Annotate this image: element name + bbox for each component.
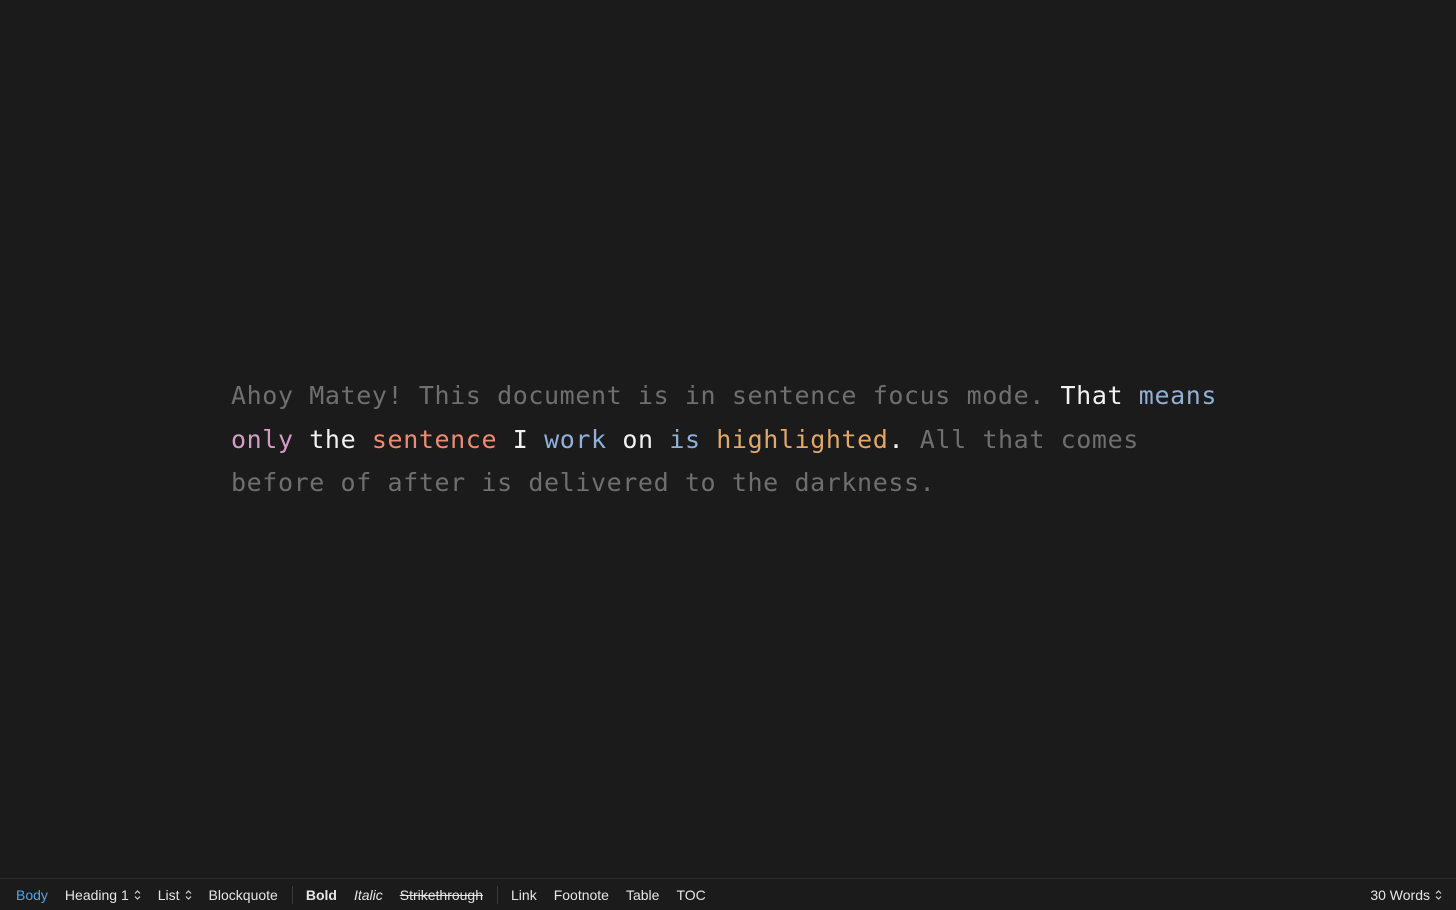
table-button[interactable]: Table (626, 887, 659, 903)
focus-space (294, 425, 310, 454)
toolbar-divider (291, 885, 293, 904)
body-style-button[interactable]: Body (16, 887, 48, 903)
up-down-chevron-icon (185, 889, 192, 901)
toolbar-divider (497, 885, 499, 904)
list-style-dropdown[interactable]: List (158, 887, 192, 903)
toolbar-right-group: 30 Words (1370, 879, 1442, 910)
toc-button[interactable]: TOC (676, 887, 705, 903)
focus-space (497, 425, 513, 454)
blockquote-button[interactable]: Blockquote (209, 887, 278, 903)
word-count-label: 30 Words (1370, 886, 1430, 903)
focus-word: sentence (371, 424, 498, 454)
focus-space (356, 425, 372, 454)
focus-word: . (888, 424, 905, 454)
focus-word: work (544, 424, 607, 454)
focus-space (654, 425, 670, 454)
focus-word: is (669, 424, 701, 454)
focus-space (1217, 381, 1233, 410)
focus-word: only (231, 424, 294, 454)
focus-space (607, 425, 623, 454)
link-button[interactable]: Link (511, 887, 537, 903)
heading-style-label: Heading 1 (64, 886, 129, 903)
list-style-label: List (157, 886, 180, 903)
editor-canvas[interactable]: Ahoy Matey! This document is in sentence… (0, 0, 1456, 878)
focus-word: highlighted (716, 424, 889, 454)
focus-word: That (1060, 381, 1124, 410)
up-down-chevron-icon (1435, 889, 1442, 901)
up-down-chevron-icon (134, 889, 141, 901)
italic-button[interactable]: Italic (354, 887, 383, 903)
focus-word: the (309, 424, 357, 454)
word-count-dropdown[interactable]: 30 Words (1370, 887, 1442, 903)
footnote-button[interactable]: Footnote (554, 887, 609, 903)
focus-word: means (1138, 381, 1218, 410)
toolbar-left-group: Body Heading 1 List Blockquote Bold Ital… (16, 879, 723, 910)
document-paragraph[interactable]: Ahoy Matey! This document is in sentence… (231, 374, 1231, 505)
focus-word: I (512, 424, 529, 454)
strikethrough-button[interactable]: Strikethrough (400, 887, 483, 903)
dimmed-text-before: Ahoy Matey! This document is in sentence… (231, 381, 1061, 410)
format-toolbar: Body Heading 1 List Blockquote Bold Ital… (0, 878, 1456, 910)
bold-button[interactable]: Bold (306, 887, 337, 903)
heading-style-dropdown[interactable]: Heading 1 (65, 887, 141, 903)
focus-space (528, 425, 544, 454)
focus-space (701, 425, 717, 454)
focus-space (1123, 381, 1139, 410)
focus-word: on (622, 424, 654, 454)
